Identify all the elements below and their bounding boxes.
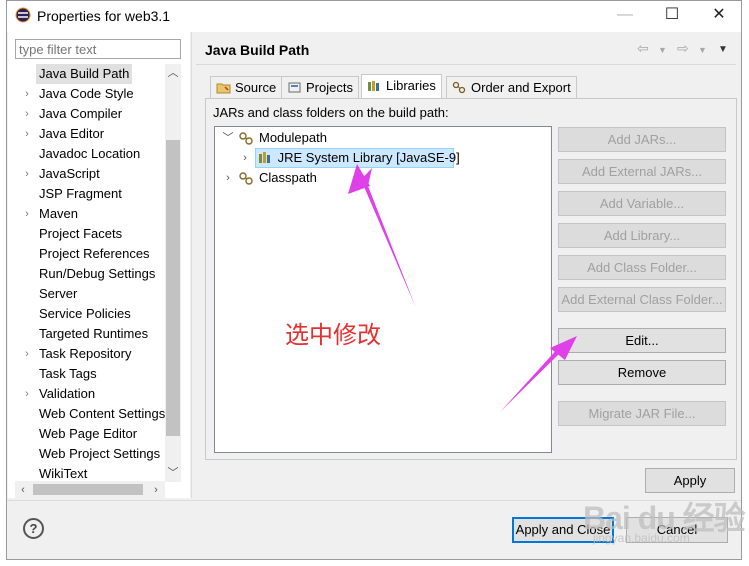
help-icon[interactable]: ?: [23, 518, 44, 539]
tree-item-label: JRE System Library [JavaSE-9]: [277, 150, 460, 165]
annotation-text: 选中修改: [285, 321, 381, 349]
tree-item-classpath[interactable]: Classpath: [259, 168, 317, 188]
forward-arrow-icon[interactable]: ⇨: [677, 40, 689, 57]
category-item[interactable]: Server: [39, 284, 77, 304]
order-export-icon: [452, 81, 466, 94]
tree-expand-chevron-icon[interactable]: ›: [22, 164, 32, 184]
tab-order-and-export[interactable]: Order and Export: [446, 76, 577, 98]
category-item[interactable]: Javadoc Location: [39, 144, 140, 164]
tab-label: Libraries: [386, 78, 436, 93]
category-item[interactable]: Run/Debug Settings: [39, 264, 155, 284]
category-item[interactable]: Targeted Runtimes: [39, 324, 148, 344]
pane-separator[interactable]: [191, 32, 192, 498]
modulepath-icon: [239, 132, 253, 145]
add-variable-button[interactable]: Add Variable...: [558, 191, 726, 216]
category-item[interactable]: Web Page Editor: [39, 424, 137, 444]
add-external-jars-button[interactable]: Add External JARs...: [558, 159, 726, 184]
category-item[interactable]: Project References: [39, 244, 150, 264]
migrate-jar-file-button[interactable]: Migrate JAR File...: [558, 401, 726, 426]
category-item[interactable]: Java Code Style: [39, 84, 134, 104]
category-item[interactable]: Maven: [39, 204, 78, 224]
category-item[interactable]: JavaScript: [39, 164, 100, 184]
category-item[interactable]: Service Policies: [39, 304, 131, 324]
category-item[interactable]: Task Tags: [39, 364, 97, 384]
category-item[interactable]: Java Build Path: [36, 64, 133, 84]
apply-button[interactable]: Apply: [645, 468, 735, 493]
tree-item-jre-system-library[interactable]: JRE System Library [JavaSE-9]: [255, 148, 460, 168]
scroll-right-arrow-icon[interactable]: ›: [148, 483, 164, 497]
expand-chevron-down-icon[interactable]: ﹀: [222, 128, 234, 148]
tab-source[interactable]: Source: [210, 76, 283, 98]
library-icon: [368, 81, 379, 91]
add-external-class-folder-button[interactable]: Add External Class Folder...: [558, 287, 726, 312]
tree-expand-chevron-icon[interactable]: ›: [22, 204, 32, 224]
tree-expand-chevron-icon[interactable]: ›: [22, 124, 32, 144]
vertical-scroll-thumb[interactable]: [166, 140, 180, 436]
tree-expand-chevron-icon[interactable]: ›: [22, 104, 32, 124]
page-title: Java Build Path: [205, 42, 310, 58]
category-item[interactable]: Java Editor: [39, 124, 104, 144]
tree-expand-chevron-icon[interactable]: ›: [22, 384, 32, 404]
view-menu-icon[interactable]: ▼: [718, 44, 728, 55]
jre-library-icon: [259, 152, 270, 163]
build-path-label: JARs and class folders on the build path…: [213, 105, 449, 120]
tab-label: Order and Export: [471, 80, 571, 95]
baidu-watermark-url: jingyan.baidu.com: [593, 531, 690, 545]
category-item[interactable]: Project Facets: [39, 224, 122, 244]
category-item[interactable]: Task Repository: [39, 344, 131, 364]
scroll-up-arrow-icon[interactable]: ︿: [165, 66, 181, 80]
source-folder-icon: [216, 83, 231, 94]
scroll-left-arrow-icon[interactable]: ‹: [15, 483, 31, 497]
tree-expand-chevron-icon[interactable]: ›: [22, 84, 32, 104]
remove-button[interactable]: Remove: [558, 360, 726, 385]
forward-menu-chevron-icon[interactable]: ▼: [698, 45, 707, 55]
back-arrow-icon[interactable]: ⇦: [637, 40, 649, 57]
eclipse-app-icon: [15, 7, 31, 23]
horizontal-scroll-thumb[interactable]: [33, 484, 143, 495]
category-item[interactable]: Web Project Settings: [39, 444, 160, 464]
tab-projects[interactable]: Projects: [281, 76, 359, 98]
add-library-button[interactable]: Add Library...: [558, 223, 726, 248]
filter-input[interactable]: [15, 39, 181, 59]
category-item[interactable]: Java Compiler: [39, 104, 122, 124]
header-divider: [196, 64, 736, 65]
back-menu-chevron-icon[interactable]: ▼: [658, 45, 667, 55]
category-item[interactable]: JSP Fragment: [39, 184, 122, 204]
close-button[interactable]: ✕: [701, 2, 737, 28]
maximize-button[interactable]: ☐: [654, 2, 690, 28]
classpath-icon: [239, 172, 253, 185]
expand-chevron-right-icon[interactable]: ›: [239, 148, 251, 168]
collapse-chevron-right-icon[interactable]: ›: [222, 168, 234, 188]
tree-expand-chevron-icon[interactable]: ›: [22, 344, 32, 364]
category-item[interactable]: Web Content Settings: [39, 404, 165, 424]
scroll-down-arrow-icon[interactable]: ﹀: [165, 466, 181, 480]
add-class-folder-button[interactable]: Add Class Folder...: [558, 255, 726, 280]
window-title: Properties for web3.1: [37, 8, 171, 24]
minimize-button[interactable]: —: [607, 2, 643, 28]
category-item[interactable]: Validation: [39, 384, 95, 404]
tree-item-modulepath[interactable]: Modulepath: [259, 128, 327, 148]
project-icon: [288, 82, 301, 93]
tab-label: Source: [235, 80, 277, 95]
tab-label: Projects: [306, 80, 353, 95]
edit-button[interactable]: Edit...: [558, 328, 726, 353]
add-jars-button[interactable]: Add JARs...: [558, 127, 726, 152]
tab-libraries[interactable]: Libraries: [361, 74, 442, 99]
